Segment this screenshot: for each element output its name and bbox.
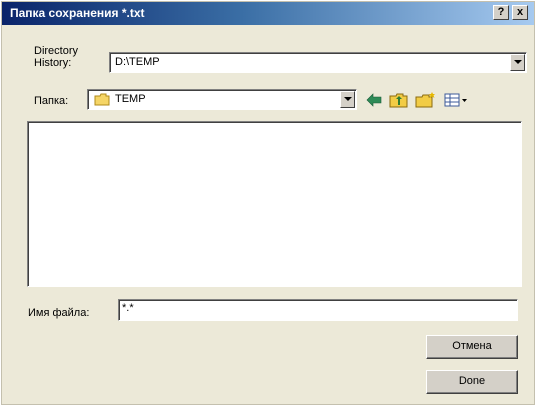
folder-icon xyxy=(94,93,110,106)
cancel-button[interactable]: Отмена xyxy=(426,335,518,359)
chevron-down-icon[interactable] xyxy=(510,54,525,71)
save-dialog: Папка сохранения *.txt ? x Directory His… xyxy=(1,1,535,405)
chevron-down-icon[interactable] xyxy=(340,91,355,108)
folder-combo[interactable]: TEMP xyxy=(87,89,357,110)
close-button[interactable]: x xyxy=(512,5,528,20)
up-folder-icon[interactable] xyxy=(389,91,409,109)
folder-value: TEMP xyxy=(115,93,146,105)
folder-label: Папка: xyxy=(34,95,69,107)
window-title: Папка сохранения *.txt xyxy=(10,6,145,20)
history-combo[interactable]: D:\TEMP xyxy=(109,52,527,73)
back-arrow-icon[interactable] xyxy=(365,91,383,109)
filename-label: Имя файла: xyxy=(28,307,90,319)
title-bar: Папка сохранения *.txt ? x xyxy=(2,2,534,25)
new-folder-icon[interactable] xyxy=(415,91,437,109)
done-button[interactable]: Done xyxy=(426,370,518,394)
view-menu-icon[interactable] xyxy=(443,91,469,109)
help-button[interactable]: ? xyxy=(493,5,509,20)
filename-field[interactable] xyxy=(118,299,518,321)
history-label: Directory History: xyxy=(34,45,79,69)
file-list[interactable] xyxy=(27,121,522,287)
filename-input[interactable] xyxy=(122,302,502,314)
history-value: D:\TEMP xyxy=(115,56,160,68)
